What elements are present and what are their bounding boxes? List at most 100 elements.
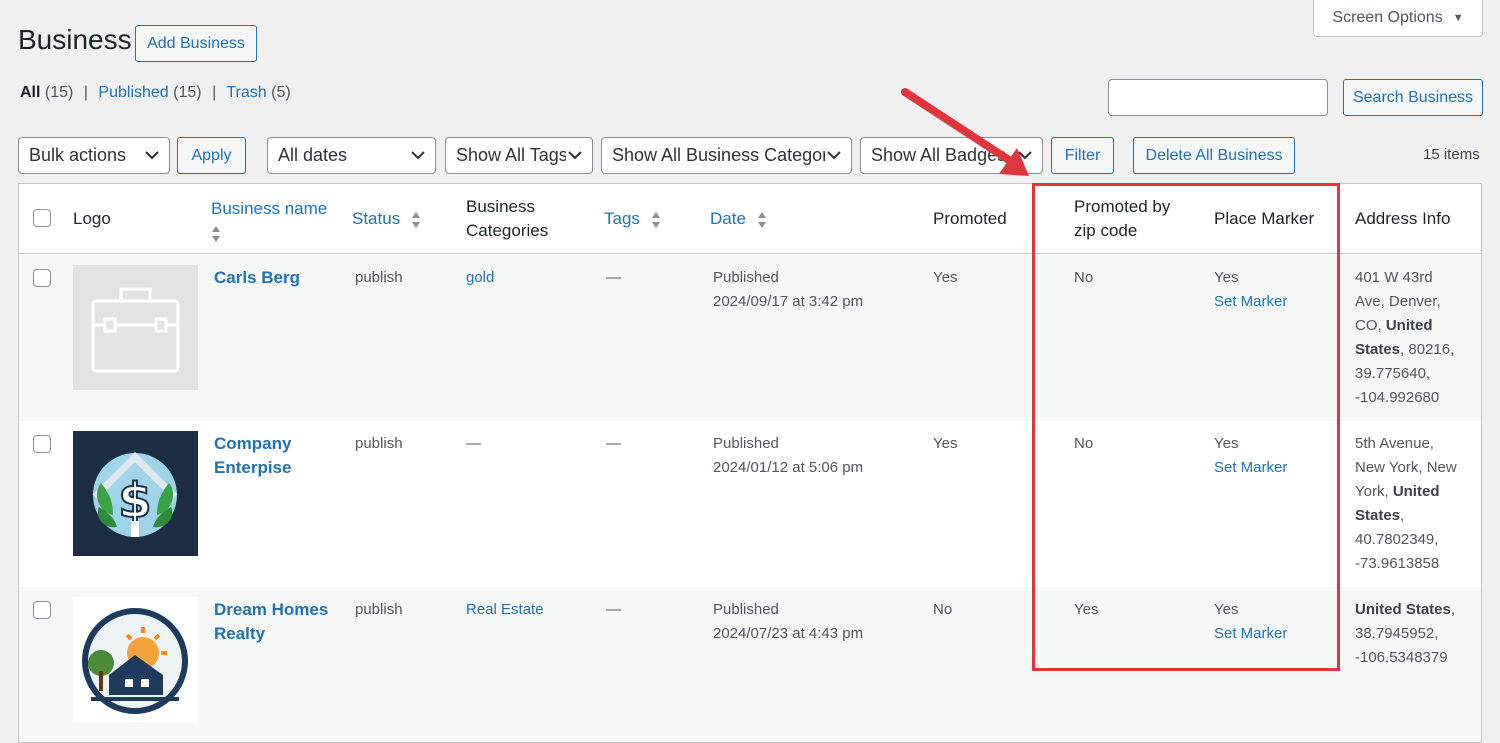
column-business-categories: Business Categories: [466, 195, 548, 243]
tags-value: —: [606, 269, 621, 286]
business-name-link[interactable]: Company Enterpise: [214, 432, 291, 480]
tags-value: —: [606, 435, 621, 452]
apply-button[interactable]: Apply: [177, 137, 246, 174]
delete-all-business-button[interactable]: Delete All Business: [1133, 137, 1295, 174]
view-separator: |: [212, 84, 217, 101]
address-line: 5th Avenue,: [1355, 435, 1434, 452]
address-info: 401 W 43rd Ave, Denver, CO, United State…: [1355, 266, 1454, 410]
address-line: 39.775640,: [1355, 365, 1431, 382]
row-checkbox[interactable]: [33, 435, 51, 453]
view-separator: |: [83, 84, 88, 101]
column-tags[interactable]: Tags: [604, 207, 661, 231]
column-date-label: Date: [710, 209, 746, 228]
place-marker-cell: Yes Set Marker: [1214, 266, 1287, 314]
business-table: Logo Business name Status Business Categ…: [18, 183, 1482, 743]
address-country: States: [1355, 341, 1401, 358]
column-status[interactable]: Status: [352, 207, 421, 231]
view-trash[interactable]: Trash: [226, 84, 266, 101]
search-business-button[interactable]: Search Business: [1343, 79, 1483, 116]
search-input[interactable]: [1108, 79, 1328, 116]
screen-options-label: Screen Options: [1332, 9, 1443, 26]
column-promoted-zip-line1: Promoted by: [1074, 197, 1171, 216]
items-count: 15 items: [1423, 146, 1480, 163]
address-line: 38.7945952,: [1355, 625, 1439, 642]
set-marker-link[interactable]: Set Marker: [1214, 456, 1287, 480]
chevron-down-icon: [566, 138, 584, 173]
address-country: United: [1392, 483, 1440, 500]
bulk-actions-select[interactable]: Bulk actions: [18, 137, 170, 174]
select-all-checkbox[interactable]: [33, 209, 51, 227]
business-name-link[interactable]: Carls Berg: [214, 266, 300, 290]
dollar-house-logo-icon: $: [92, 452, 178, 537]
badges-value: Show All Badges: [871, 145, 1007, 165]
address-country: States: [1355, 507, 1401, 524]
filter-button[interactable]: Filter: [1051, 137, 1114, 174]
add-business-button[interactable]: Add Business: [135, 25, 257, 62]
sort-arrows-icon: [651, 211, 660, 228]
sort-arrows-icon: [411, 211, 420, 228]
view-all[interactable]: All: [20, 84, 40, 101]
address-line: -73.9613858: [1355, 555, 1440, 572]
svg-text:$: $: [118, 473, 151, 529]
date-value: 2024/09/17 at 3:42 pm: [713, 293, 864, 310]
business-logo: $: [73, 431, 198, 556]
row-checkbox[interactable]: [33, 601, 51, 619]
address-line: 401 W 43rd: [1355, 269, 1433, 286]
address-line: -104.992680: [1355, 389, 1440, 406]
column-categories-line2: Categories: [466, 221, 549, 240]
date-value: 2024/01/12 at 5:06 pm: [713, 459, 864, 476]
column-date[interactable]: Date: [710, 207, 767, 231]
business-name-line1: Dream Homes: [214, 600, 329, 619]
table-row: Dream Homes Realty publish Real Estate —…: [19, 587, 1481, 742]
screen-options-button[interactable]: Screen Options ▼: [1313, 0, 1483, 37]
column-business-name[interactable]: Business name: [211, 197, 327, 245]
categories-value: Show All Business Categori: [612, 145, 833, 165]
place-marker-cell: Yes Set Marker: [1214, 432, 1287, 480]
address-line: United States,: [1355, 598, 1455, 622]
set-marker-link[interactable]: Set Marker: [1214, 622, 1287, 646]
place-marker-value: Yes: [1214, 601, 1239, 618]
date-status: Published: [713, 435, 779, 452]
address-part: York,: [1355, 483, 1393, 500]
dates-select[interactable]: All dates: [267, 137, 436, 174]
sort-arrows-icon: [757, 211, 766, 228]
view-trash-count: (5): [271, 84, 291, 101]
date-value: 2024/07/23 at 4:43 pm: [713, 625, 864, 642]
column-promoted-zip: Promoted by zip code: [1074, 195, 1170, 243]
column-status-label: Status: [352, 209, 401, 228]
column-promoted-zip-line2: zip code: [1074, 221, 1138, 240]
table-row: $ Company Enterpise publish — — Publishe…: [19, 421, 1481, 587]
address-info: 5th Avenue, New York, New York, United S…: [1355, 432, 1457, 576]
promoted-value: Yes: [933, 435, 958, 452]
place-marker-value: Yes: [1214, 435, 1239, 452]
categories-select[interactable]: Show All Business Categori: [601, 137, 852, 174]
bulk-actions-value: Bulk actions: [29, 145, 127, 165]
chevron-down-icon: [143, 138, 161, 173]
address-line: CO, United: [1355, 314, 1454, 338]
chevron-down-icon: [1016, 138, 1034, 173]
address-info: United States, 38.7945952, -106.5348379: [1355, 598, 1455, 670]
tags-select[interactable]: Show All Tags: [445, 137, 593, 174]
category-link[interactable]: gold: [466, 266, 494, 290]
view-all-count: (15): [44, 84, 74, 101]
category-link[interactable]: Real Estate: [466, 598, 544, 622]
business-name-link[interactable]: Dream Homes Realty: [214, 598, 328, 646]
view-published-count: (15): [173, 84, 202, 101]
business-logo-placeholder: [73, 265, 198, 390]
page-title: Business: [18, 24, 132, 55]
business-name-line2: Realty: [214, 624, 266, 643]
dates-value: All dates: [278, 145, 348, 165]
table-header: Logo Business name Status Business Categ…: [19, 184, 1481, 254]
column-promoted: Promoted: [933, 209, 1007, 228]
business-logo: [73, 597, 198, 722]
business-name-line2: Enterpise: [214, 458, 292, 477]
set-marker-link[interactable]: Set Marker: [1214, 290, 1287, 314]
address-part: , 80216,: [1400, 341, 1455, 358]
badges-select[interactable]: Show All Badges: [860, 137, 1043, 174]
place-marker-value: Yes: [1214, 269, 1239, 286]
date-status: Published: [713, 269, 779, 286]
view-published[interactable]: Published: [98, 84, 168, 101]
chevron-down-icon: [409, 138, 427, 173]
row-checkbox[interactable]: [33, 269, 51, 287]
business-name-line1: Company: [214, 434, 292, 453]
